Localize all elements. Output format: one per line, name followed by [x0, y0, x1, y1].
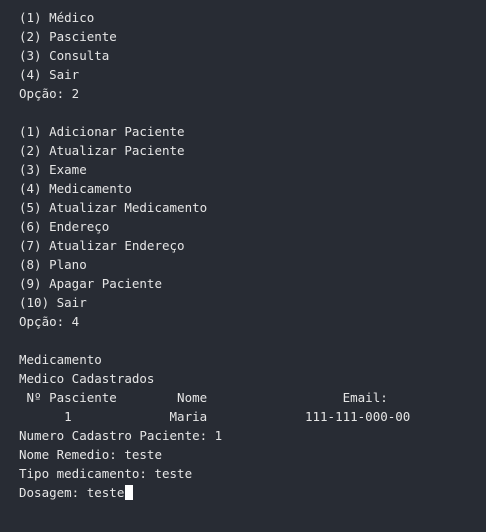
input-label-dosagem: Dosagem: [19, 485, 87, 500]
menu-item-atualizar-endereco: (7) Atualizar Endereço [19, 238, 185, 253]
menu-item-exame: (3) Exame [19, 162, 87, 177]
section-title: Medicamento [19, 352, 102, 367]
input-line-nome-remedio: Nome Remedio: teste [19, 447, 162, 462]
table-row: 1 Maria 111-111-000-00 [19, 409, 411, 424]
text-cursor [125, 485, 134, 500]
menu-item-adicionar-paciente: (1) Adicionar Paciente [19, 124, 185, 139]
input-value-dosagem[interactable]: teste [87, 485, 125, 500]
menu-item-pasciente: (2) Pasciente [19, 29, 117, 44]
menu-item-atualizar-paciente: (2) Atualizar Paciente [19, 143, 185, 158]
menu-item-plano: (8) Plano [19, 257, 87, 272]
menu-item-sair: (4) Sair [19, 67, 80, 82]
menu-item-medicamento: (4) Medicamento [19, 181, 132, 196]
input-line-tipo-medicamento: Tipo medicamento: teste [19, 466, 193, 481]
menu-item-consulta: (3) Consulta [19, 48, 110, 63]
option-prompt-patient: Opção: 4 [19, 314, 80, 329]
menu-item-apagar-paciente: (9) Apagar Paciente [19, 276, 162, 291]
menu-item-atualizar-medicamento: (5) Atualizar Medicamento [19, 200, 208, 215]
input-line-numero-cadastro: Numero Cadastro Paciente: 1 [19, 428, 223, 443]
section-subtitle: Medico Cadastrados [19, 371, 155, 386]
menu-item-endereco: (6) Endereço [19, 219, 110, 234]
terminal-window[interactable]: (1) Médico (2) Pasciente (3) Consulta (4… [0, 0, 486, 532]
option-prompt-main: Opção: 2 [19, 86, 80, 101]
input-line-dosagem[interactable]: Dosagem: teste [19, 483, 486, 502]
menu-item-medico: (1) Médico [19, 10, 95, 25]
table-header: Nº Pasciente Nome Email: [19, 390, 388, 405]
menu-item-sair-paciente: (10) Sair [19, 295, 87, 310]
